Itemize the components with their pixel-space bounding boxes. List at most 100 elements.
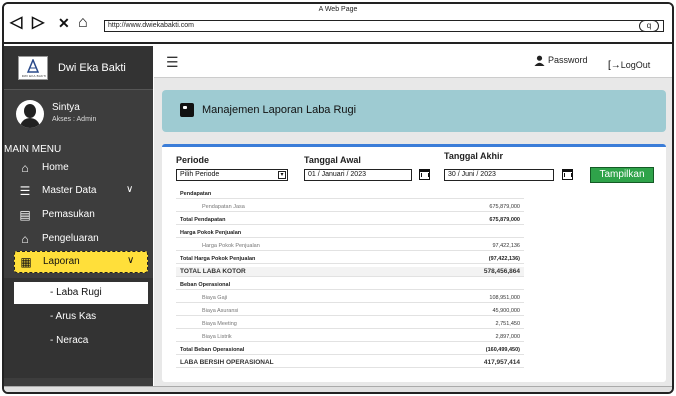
submenu-item-arus-kas[interactable]: - Arus Kas [4,306,153,328]
status-bar [4,386,672,392]
report-row-value: 578,456,864 [483,268,520,275]
report-row-value: 108,951,000 [489,295,520,301]
user-role: Akses : Admin [52,116,97,123]
sidebar-item-label: Pengeluaran [42,233,99,244]
report-row-value: 417,957,414 [483,359,520,366]
address-bar[interactable]: http://www.dwiekabakti.com q [104,20,664,32]
window-title: A Web Page [318,6,358,13]
stop-icon[interactable]: ✕ [58,15,70,31]
report-row-label: Total Beban Operasional [180,347,245,353]
sidebar-item-laporan[interactable]: ▦ Laporan ∨ [14,251,148,273]
page-title: Manajemen Laporan Laba Rugi [202,104,357,116]
end-date-label: Tanggal Akhir [444,151,504,161]
report-row: Biaya Meeting 2,751,450 [176,319,524,329]
report-row-label: Biaya Asuransi [202,308,239,314]
chevron-down-icon: ▾ [278,171,286,179]
report-row: Harga Pokok Penjualan 97,422,136 [176,241,524,251]
user-name: Sintya [52,102,80,113]
sidebar-item-label: Laporan [43,256,80,267]
menu-title: MAIN MENU [4,144,62,155]
report-row: Biaya Gaji 108,951,000 [176,293,524,303]
report-row-label: Beban Operasional [180,282,231,288]
home-nav-icon[interactable]: ⌂ [78,15,88,31]
report-row: Total Harga Pokok Penjualan (97,422,136) [176,254,524,264]
top-bar: ☰ Password [→LogOut [154,46,672,78]
search-icon[interactable]: q [639,20,659,32]
report-row-value: 97,422,136 [492,243,520,249]
report-row: TOTAL LABA KOTOR 578,456,864 [176,267,524,277]
report-row-label: Pendapatan Jasa [202,204,245,210]
hamburger-menu-icon[interactable]: ☰ [166,54,179,71]
end-date-input[interactable]: 30 / Juni / 2023 [444,169,554,181]
wallet-icon: ▤ [19,208,31,222]
start-date-input[interactable]: 01 / Januari / 2023 [304,169,412,181]
main-content: Manajemen Laporan Laba Rugi Periode Pili… [154,78,672,386]
sidebar-item-pengeluaran[interactable]: ⌂ Pengeluaran [4,229,153,251]
database-icon: ☰ [19,184,31,198]
chevron-down-icon: ∨ [126,184,134,195]
report-row-label: Harga Pokok Penjualan [202,243,260,249]
chevron-down-icon: ∨ [127,255,135,266]
report-row: Total Pendapatan 675,879,000 [176,215,524,225]
browser-window: A Web Page ◁ ▷ ✕ ⌂ http://www.dwiekabakt… [2,2,674,394]
sidebar-item-label: Master Data [42,185,97,196]
report-icon [180,103,194,117]
submenu-item-neraca[interactable]: - Neraca [4,330,153,352]
calendar-icon[interactable] [419,169,430,180]
logout-label: LogOut [620,60,651,70]
report-row: LABA BERSIH OPERASIONAL 417,957,414 [176,358,524,368]
report-row: Pendapatan [176,189,524,199]
report-row: Biaya Asuransi 45,900,000 [176,306,524,316]
report-row-value: (97,422,136) [488,256,520,262]
calendar-icon[interactable] [562,169,573,180]
report-row: Beban Operasional [176,280,524,290]
sidebar-item-pemasukan[interactable]: ▤ Pemasukan [4,205,153,227]
report-row-value: 45,900,000 [492,308,520,314]
report-row-label: Pendapatan [180,191,212,197]
logout-icon: [→ [608,60,621,71]
sidebar-item-label: Home [42,162,69,173]
report-row-value: (160,499,450) [485,347,520,353]
report-row-label: Biaya Meeting [202,321,237,327]
logout-link[interactable]: [→LogOut [608,55,650,73]
report-row-label: TOTAL LABA KOTOR [180,268,246,275]
report-row-label: LABA BERSIH OPERASIONAL [180,359,274,366]
report-row: Biaya Listrik 2,897,000 [176,332,524,342]
report-card: Periode Pilih Periode ▾ Tanggal Awal 01 … [162,144,666,382]
logo-icon [26,59,40,73]
company-logo: DWI EKA BAKTI [18,56,48,80]
logo-text: DWI EKA BAKTI [21,74,47,78]
forward-icon[interactable]: ▷ [32,15,44,31]
periode-select[interactable]: Pilih Periode ▾ [176,169,288,181]
sidebar-item-label: Pemasukan [42,209,95,220]
sidebar-item-home[interactable]: ⌂ Home [4,158,153,180]
submenu-item-laba-rugi[interactable]: - Laba Rugi [14,282,148,304]
show-button[interactable]: Tampilkan [590,167,654,183]
report-row-value: 2,897,000 [495,334,520,340]
back-icon[interactable]: ◁ [10,15,22,31]
laporan-submenu: - Laba Rugi - Arus Kas - Neraca [4,278,153,378]
user-panel: Sintya Akses : Admin [4,94,153,134]
report-row-label: Harga Pokok Penjualan [180,230,242,236]
sidebar: DWI EKA BAKTI Dwi Eka Bakti Sintya Akses… [4,46,153,386]
report-row: Pendapatan Jasa 675,879,000 [176,202,524,212]
page-header: Manajemen Laporan Laba Rugi [162,90,666,132]
profit-loss-report: Pendapatan Pendapatan Jasa 675,879,000 Tota… [176,189,524,377]
user-icon [534,55,545,66]
sidebar-item-master-data[interactable]: ☰ Master Data ∨ [4,181,153,203]
report-icon: ▦ [20,255,32,269]
report-row-label: Biaya Listrik [202,334,232,340]
start-date-label: Tanggal Awal [304,155,361,165]
report-row-label: Biaya Gaji [202,295,228,301]
report-row-label: Total Harga Pokok Penjualan [180,256,256,262]
browser-chrome: A Web Page ◁ ▷ ✕ ⌂ http://www.dwiekabakt… [4,4,672,44]
brand: DWI EKA BAKTI Dwi Eka Bakti [4,46,153,90]
periode-select-value: Pilih Periode [180,171,220,178]
periode-label: Periode [176,155,210,165]
home-icon: ⌂ [21,161,29,175]
report-row-label: Total Pendapatan [180,217,226,223]
url-text: http://www.dwiekabakti.com [108,22,194,29]
password-label: Password [548,55,588,65]
report-row: Total Beban Operasional (160,499,450) [176,345,524,355]
basket-icon: ⌂ [21,232,29,246]
